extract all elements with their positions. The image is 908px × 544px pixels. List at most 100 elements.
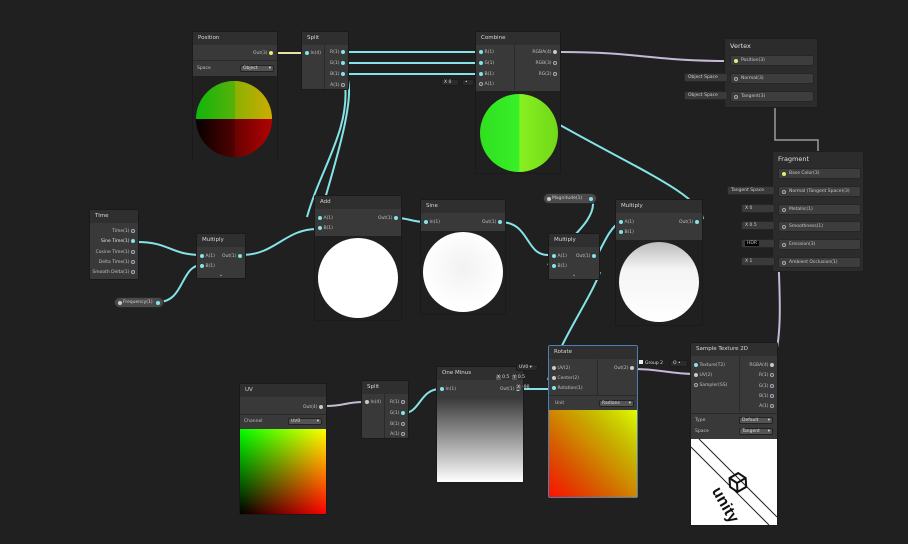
rotate-rotation-inline[interactable]: X -90 — [516, 385, 529, 390]
uv-channel-dropdown[interactable]: UV0 ▾ — [288, 418, 322, 425]
combine-node[interactable]: Combine R(1) G(1) B(1) A(1) RGBA(4) RGB(… — [475, 31, 561, 174]
add-in-b[interactable]: B(1) — [318, 225, 333, 232]
sample-out-a[interactable]: A(1) — [759, 403, 774, 410]
chevron-down-icon: ▾ — [628, 401, 631, 406]
split1-out-r[interactable]: R(1) — [330, 49, 345, 56]
uv-out[interactable]: Out(4) — [303, 404, 323, 411]
add-node[interactable]: Add A(1) B(1) Out(1) — [314, 195, 402, 321]
split2-out-a[interactable]: A(1) — [390, 431, 405, 438]
combine-out-rg[interactable]: RG(2) — [539, 71, 557, 78]
sine-node[interactable]: Sine In(1) Out(1) — [420, 199, 506, 315]
fragment-slot-normal[interactable]: Normal (Tangent Space)(3) — [778, 186, 861, 197]
shader-graph-canvas[interactable]: Position Out(3) Space Object ▾ Split In(… — [0, 0, 908, 544]
sine-in[interactable]: In(1) — [424, 219, 440, 226]
time-out-smooth[interactable]: Smooth Delta(1) — [92, 269, 135, 276]
rotate-in-uv[interactable]: UV(2) — [552, 365, 570, 372]
chevron-down-icon[interactable]: ⌄ — [219, 272, 223, 278]
combine-out-rgba[interactable]: RGBA(4) — [532, 49, 557, 56]
combine-in-r[interactable]: R(1) — [479, 49, 494, 56]
sample-texture-group-label[interactable]: Group 2 — [639, 360, 663, 366]
split2-out-g[interactable]: G(1) — [390, 410, 405, 417]
combine-a-inline-field[interactable]: X 0 — [441, 79, 459, 86]
rotate-out[interactable]: Out(2) — [614, 365, 634, 372]
position-node[interactable]: Position Out(3) Space Object ▾ — [192, 31, 278, 162]
split2-out-r[interactable]: R(1) — [390, 399, 405, 406]
time-out-time[interactable]: Time(1) — [112, 228, 135, 235]
sample-texture-2d-node[interactable]: Sample Texture 2D Texture(T2) UV(2) Samp… — [690, 342, 778, 526]
multiply2-out[interactable]: Out(1) — [576, 253, 596, 260]
sample-out-r[interactable]: R(1) — [759, 372, 774, 379]
split-node-2[interactable]: Split In(4) R(1) G(1) B(1) A(1) — [361, 380, 409, 439]
one-minus-node[interactable]: One Minus In(1) Out(1) — [436, 366, 524, 483]
fragment-normal-space-input[interactable]: Tangent Space — [727, 186, 775, 195]
split2-in-port[interactable]: In(4) — [365, 399, 381, 406]
position-out-port[interactable]: Out(3) — [253, 50, 273, 57]
multiply2-in-b[interactable]: B(1) — [552, 263, 567, 270]
sample-out-g[interactable]: G(1) — [759, 383, 774, 390]
time-out-sine[interactable]: Sine Time(1) — [101, 238, 135, 245]
split1-out-b[interactable]: B(1) — [330, 71, 345, 78]
vertex-block[interactable]: Vertex Position(3) Normal(3) Tangent(3) — [724, 38, 818, 108]
split1-out-g[interactable]: G(1) — [330, 60, 345, 67]
fragment-slot-base-color[interactable]: Base Color(3) — [778, 168, 861, 179]
sample-type-dropdown[interactable]: Default ▾ — [739, 417, 773, 424]
vertex-normal-space-input[interactable]: Object Space — [684, 73, 728, 82]
sample-out-b[interactable]: B(1) — [759, 393, 774, 400]
multiply-node-3[interactable]: Multiply A(1) B(1) Out(1) — [615, 199, 703, 326]
split1-in-port[interactable]: In(4) — [305, 50, 321, 57]
multiply2-in-a[interactable]: A(1) — [552, 253, 567, 260]
sample-in-uv[interactable]: UV(2) — [694, 372, 712, 379]
chevron-down-icon[interactable]: ⌄ — [572, 272, 576, 278]
rotate-node[interactable]: Rotate UV(2) Center(2) Rotation(1) Out(2… — [548, 345, 638, 498]
multiply3-in-b[interactable]: B(1) — [619, 229, 634, 236]
rotate-in-rotation[interactable]: Rotation(1) — [552, 385, 583, 392]
vertex-slot-position[interactable]: Position(3) — [730, 55, 814, 66]
split2-out-b[interactable]: B(1) — [390, 421, 405, 428]
vertex-slot-tangent[interactable]: Tangent(3) — [730, 91, 814, 102]
time-out-cosine[interactable]: Cosine Time(1) — [96, 249, 135, 256]
fragment-slot-metallic[interactable]: Metallic(1) — [778, 204, 861, 215]
sample-texture-inline-field[interactable]: O • — [670, 360, 688, 367]
fragment-slot-emission[interactable]: Emission(3) — [778, 239, 861, 250]
multiply1-in-a[interactable]: A(1) — [200, 253, 215, 260]
multiply3-in-a[interactable]: A(1) — [619, 219, 634, 226]
fragment-block[interactable]: Fragment Base Color(3) Normal (Tangent S… — [772, 151, 864, 272]
sample-in-sampler[interactable]: Sampler(SS) — [694, 382, 727, 389]
fragment-slot-ambient-occlusion[interactable]: Ambient Occlusion(1) — [778, 257, 861, 268]
add-in-a[interactable]: A(1) — [318, 215, 333, 222]
position-space-dropdown[interactable]: Object ▾ — [240, 65, 274, 72]
rotate-unit-dropdown[interactable]: Radians ▾ — [599, 400, 634, 407]
time-node[interactable]: Time Time(1) Sine Time(1) Cosine Time(1)… — [89, 209, 139, 280]
magnitude-property[interactable]: Magnitude(1) — [543, 193, 597, 204]
sample-in-texture[interactable]: Texture(T2) — [694, 362, 725, 369]
split-node-1[interactable]: Split In(4) R(1) G(1) B(1) A(1) — [301, 31, 349, 90]
fragment-ao-input[interactable]: X 1 — [741, 257, 775, 266]
sample-space-dropdown[interactable]: Tangent ▾ — [739, 428, 773, 435]
one-minus-in[interactable]: In(1) — [440, 386, 456, 393]
vertex-slot-normal[interactable]: Normal(3) — [730, 73, 814, 84]
sine-out[interactable]: Out(1) — [482, 219, 502, 226]
multiply3-out[interactable]: Out(1) — [679, 219, 699, 226]
rotate-center-inline[interactable]: X 0.5 Y 0.5 — [496, 375, 525, 380]
rotate-uv-inline[interactable]: UV0 ▾ — [516, 364, 538, 371]
sample-out-rgba[interactable]: RGBA(4) — [749, 362, 774, 369]
uv-node[interactable]: UV Out(4) Channel UV0 ▾ — [239, 383, 327, 515]
combine-in-a[interactable]: A(1) — [479, 81, 494, 88]
multiply1-out[interactable]: Out(1) — [222, 253, 242, 260]
vertex-tangent-space-input[interactable]: Object Space — [684, 91, 728, 100]
fragment-emission-input[interactable]: HDR — [741, 239, 775, 248]
fragment-slot-smoothness[interactable]: Smoothness(1) — [778, 221, 861, 232]
time-out-delta[interactable]: Delta Time(1) — [99, 259, 135, 266]
frequency-property[interactable]: Frequency(1) — [114, 297, 164, 308]
combine-in-g[interactable]: G(1) — [479, 60, 494, 67]
rotate-in-center[interactable]: Center(2) — [552, 375, 579, 382]
multiply-node-1[interactable]: Multiply A(1) B(1) Out(1) ⌄ — [196, 233, 246, 279]
combine-out-rgb[interactable]: RGB(3) — [535, 60, 557, 67]
add-out[interactable]: Out(1) — [378, 215, 398, 222]
split1-out-a[interactable]: A(1) — [330, 82, 345, 89]
fragment-smoothness-input[interactable]: X 0.5 — [741, 221, 775, 230]
combine-in-b[interactable]: B(1) — [479, 71, 494, 78]
multiply1-in-b[interactable]: B(1) — [200, 263, 215, 270]
multiply-node-2[interactable]: Multiply A(1) B(1) Out(1) ⌄ — [548, 233, 600, 280]
fragment-metallic-input[interactable]: X 0 — [741, 204, 775, 213]
